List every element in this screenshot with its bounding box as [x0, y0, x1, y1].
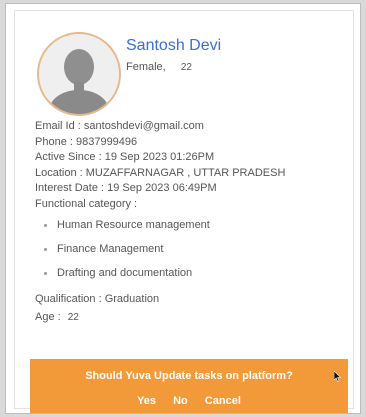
- cancel-button[interactable]: Cancel: [205, 395, 241, 407]
- email-row: Email Id : santoshdevi@gmail.com: [35, 120, 204, 132]
- age-label: Age :: [35, 310, 61, 323]
- interest-date-row: Interest Date : 19 Sep 2023 06:49PM: [35, 182, 217, 194]
- mouse-pointer-icon: [334, 371, 342, 382]
- profile-age: 22: [180, 62, 192, 73]
- no-button[interactable]: No: [173, 395, 188, 407]
- functional-category-list: Human Resource management Finance Manage…: [35, 218, 345, 290]
- update-prompt-banner: Should Yuva Update tasks on platform? Ye…: [30, 359, 348, 413]
- yes-button[interactable]: Yes: [137, 395, 156, 407]
- prompt-question: Should Yuva Update tasks on platform?: [85, 370, 293, 382]
- functional-category-label: Functional category :: [35, 197, 138, 210]
- profile-card: Santosh Devi Female, 22 Email Id : santo…: [5, 3, 361, 414]
- age-row: Age : 22: [35, 310, 345, 326]
- prompt-actions: Yes No Cancel: [30, 395, 348, 407]
- qualification-row: Qualification : Graduation: [35, 293, 160, 305]
- list-item: Drafting and documentation: [35, 266, 345, 290]
- location-row: Location : MUZAFFARNAGAR , UTTAR PRADESH: [35, 166, 286, 179]
- profile-name: Santosh Devi: [126, 37, 222, 54]
- phone-row: Phone : 9837999496: [35, 135, 138, 148]
- gender-age: Female, 22: [126, 61, 192, 73]
- active-since-row: Active Since : 19 Sep 2023 01:26PM: [35, 151, 215, 163]
- person-silhouette-icon: [39, 34, 119, 114]
- profile-details: Email Id : santoshdevi@gmail.com Phone :…: [35, 119, 345, 325]
- age-value: 22: [67, 311, 79, 323]
- list-item: Human Resource management: [35, 218, 345, 242]
- avatar: [37, 32, 121, 116]
- profile-gender: Female,: [126, 61, 166, 73]
- list-item: Finance Management: [35, 242, 345, 266]
